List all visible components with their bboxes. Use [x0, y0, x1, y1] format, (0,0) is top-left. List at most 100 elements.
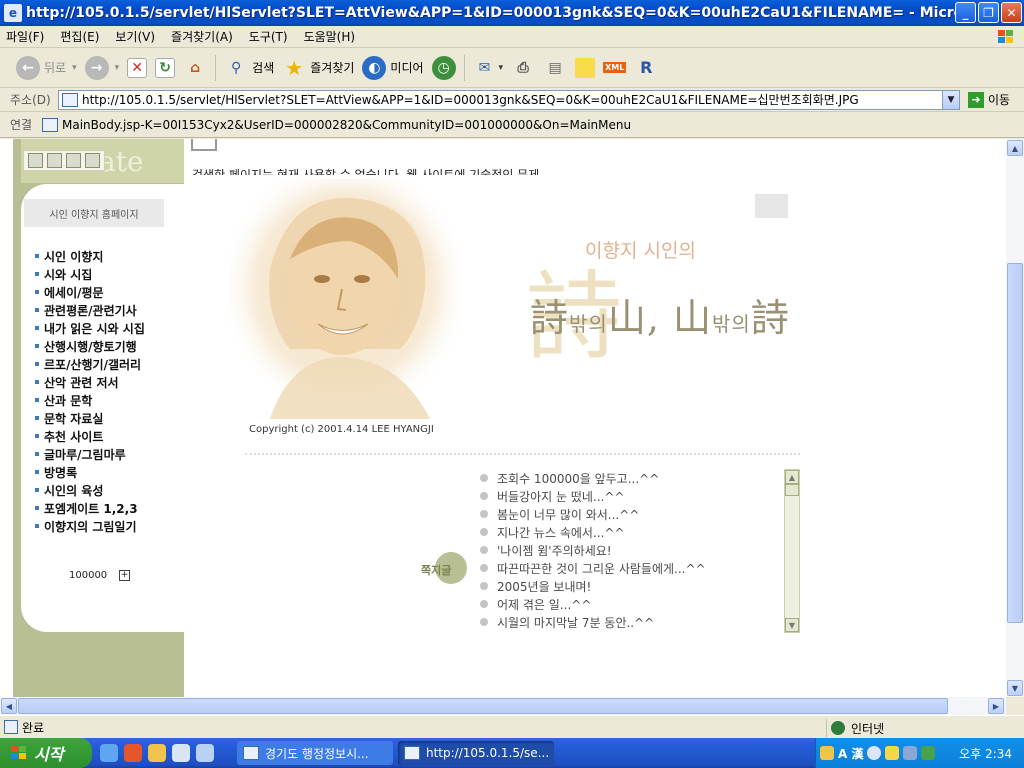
- nav-item-mountain-lit[interactable]: 산과 문학: [35, 391, 145, 409]
- maximize-button[interactable]: ❐: [978, 2, 999, 23]
- go-label: 이동: [988, 93, 1011, 107]
- list-item[interactable]: '나이젬 윔'주의하세요!: [480, 541, 706, 559]
- menu-tools[interactable]: 도구(T): [249, 28, 288, 45]
- refresh-button[interactable]: ↻: [155, 57, 176, 78]
- address-dropdown-icon[interactable]: ▼: [942, 90, 959, 109]
- list-item[interactable]: 봄눈이 너무 많이 와서...^^: [480, 505, 706, 523]
- nav-item-diary[interactable]: 이향지의 그림일기: [35, 517, 145, 535]
- network-icon[interactable]: [820, 746, 834, 760]
- history-button[interactable]: ◷: [431, 55, 456, 80]
- discuss-button[interactable]: [575, 57, 596, 78]
- notes-scrollbar[interactable]: ▲ ▼: [784, 469, 800, 633]
- app-quicklaunch-icon[interactable]: [148, 744, 166, 762]
- notes-label[interactable]: 쪽지글: [421, 562, 451, 578]
- list-item[interactable]: 2005년을 보내며!: [480, 577, 706, 595]
- mail-button[interactable]: ✉ ▾: [473, 56, 504, 80]
- list-item[interactable]: 버들강아지 눈 떴네...^^: [480, 487, 706, 505]
- stop-button[interactable]: ✕: [127, 57, 148, 78]
- menu-file[interactable]: 파일(F): [6, 28, 44, 45]
- title-bar[interactable]: e http://105.0.1.5/servlet/HlServlet?SLE…: [0, 0, 1024, 26]
- menu-view[interactable]: 보기(V): [115, 28, 155, 45]
- scroll-up-icon[interactable]: ▲: [1007, 140, 1023, 156]
- research-button[interactable]: R: [634, 56, 658, 80]
- nav-item-essays[interactable]: 에세이/평문: [35, 283, 145, 301]
- nav-item-sites[interactable]: 추천 사이트: [35, 427, 145, 445]
- nav-item-travel[interactable]: 산행시행/향토기행: [35, 337, 145, 355]
- bell-icon[interactable]: [885, 746, 900, 760]
- horizontal-scroll-thumb[interactable]: [18, 698, 948, 714]
- scroll-down-icon[interactable]: ▼: [1007, 680, 1023, 696]
- links-label: 연결: [10, 118, 33, 132]
- nav-item-poems[interactable]: 시와 시집: [35, 265, 145, 283]
- nav-item-voice[interactable]: 시인의 육성: [35, 481, 145, 499]
- menu-bar: 파일(F) 편집(E) 보기(V) 즐겨찾기(A) 도구(T) 도움말(H): [0, 26, 1024, 48]
- close-button[interactable]: ✕: [1001, 2, 1022, 23]
- scroll-down-icon[interactable]: ▼: [785, 618, 799, 632]
- monitor-icon[interactable]: [903, 746, 918, 760]
- search-button[interactable]: ⚲ 검색: [224, 56, 274, 80]
- save-icon[interactable]: [28, 153, 43, 168]
- list-item[interactable]: 시월의 마지막날 7분 동안..^^: [480, 613, 706, 631]
- folder-icon[interactable]: [85, 153, 100, 168]
- home-page-button[interactable]: 시인 이향지 홈페이지: [24, 199, 164, 227]
- media-button[interactable]: ◐ 미디어: [362, 55, 424, 80]
- list-item[interactable]: 따끈따끈한 것이 그리운 사람들에게...^^: [480, 559, 706, 577]
- nav-item-reviews[interactable]: 관련평론/관련기사: [35, 301, 145, 319]
- scroll-left-icon[interactable]: ◀: [1, 698, 17, 714]
- task-servlet[interactable]: http://105.0.1.5/se...: [398, 741, 554, 765]
- counter-plus-icon[interactable]: +: [119, 570, 131, 581]
- media-quicklaunch-icon[interactable]: [124, 744, 142, 762]
- nav-item-read-poems[interactable]: 내가 읽은 시와 시집: [35, 319, 145, 337]
- ie-quicklaunch-icon[interactable]: [100, 744, 118, 762]
- start-button[interactable]: 시작: [0, 738, 92, 768]
- back-button[interactable]: ← 뒤로 ▾: [16, 55, 77, 80]
- tray-expand-icon[interactable]: [867, 746, 882, 760]
- nav-item-gallery[interactable]: 르포/산행기/갤러리: [35, 355, 145, 373]
- windows-logo-icon: [998, 30, 1013, 43]
- nav-item-board[interactable]: 글마루/그림마루: [35, 445, 145, 463]
- heading-outside-2: 밖의: [712, 312, 751, 336]
- clock[interactable]: 오후 2:34: [959, 745, 1012, 762]
- favorites-button[interactable]: ★ 즐겨찾기: [282, 56, 354, 80]
- vertical-scroll-thumb[interactable]: [1007, 263, 1023, 623]
- menu-help[interactable]: 도움말(H): [304, 28, 356, 45]
- task-gyeonggi[interactable]: 경기도 행정정보시...: [237, 741, 393, 765]
- anchor-icon[interactable]: [921, 746, 936, 760]
- horizontal-scrollbar[interactable]: ◀ ▶: [0, 697, 1006, 715]
- player-quicklaunch-icon[interactable]: [172, 744, 190, 762]
- address-url[interactable]: http://105.0.1.5/servlet/HlServlet?SLET=…: [82, 91, 942, 108]
- nav-item-poet[interactable]: 시인 이향지: [35, 247, 145, 265]
- list-item[interactable]: 지나간 뉴스 속에서...^^: [480, 523, 706, 541]
- stop-icon: ✕: [127, 57, 148, 78]
- list-item[interactable]: 어제 겪은 일...^^: [480, 595, 706, 613]
- mail-icon[interactable]: [66, 153, 81, 168]
- outlook-quicklaunch-icon[interactable]: [196, 744, 214, 762]
- go-button[interactable]: ➜ 이동: [968, 91, 1010, 108]
- edit-button[interactable]: ▤: [543, 56, 567, 80]
- nav-item-books[interactable]: 산악 관련 저서: [35, 373, 145, 391]
- address-input[interactable]: http://105.0.1.5/servlet/HlServlet?SLET=…: [58, 89, 960, 110]
- forward-button[interactable]: → ▾: [84, 55, 120, 80]
- internet-globe-icon: [831, 721, 845, 735]
- minimize-button[interactable]: _: [955, 2, 976, 23]
- menu-edit[interactable]: 편집(E): [60, 28, 99, 45]
- print-button[interactable]: ⎙: [511, 56, 535, 80]
- list-item[interactable]: 조회수 100000을 앞두고...^^: [480, 469, 706, 487]
- notes-scroll-thumb[interactable]: [785, 484, 799, 496]
- link-item[interactable]: MainBody.jsp-K=00I153Cyx2&UserID=0000028…: [62, 118, 631, 132]
- mail-dropdown-icon[interactable]: ▾: [499, 63, 504, 73]
- back-dropdown-icon[interactable]: ▾: [72, 63, 77, 73]
- home-button[interactable]: ⌂: [183, 56, 207, 80]
- xml-button[interactable]: XML: [603, 62, 627, 73]
- scroll-up-icon[interactable]: ▲: [785, 470, 799, 484]
- forward-dropdown-icon[interactable]: ▾: [115, 63, 120, 73]
- tool-icon-strip: [23, 150, 105, 171]
- nav-item-guestbook[interactable]: 방명록: [35, 463, 145, 481]
- nav-item-archive[interactable]: 문학 자료실: [35, 409, 145, 427]
- menu-favorites[interactable]: 즐겨찾기(A): [171, 28, 233, 45]
- vertical-scrollbar[interactable]: ▲ ▼: [1006, 139, 1024, 697]
- print-icon[interactable]: [47, 153, 62, 168]
- scroll-right-icon[interactable]: ▶: [988, 698, 1004, 714]
- ime-indicator[interactable]: A 漢: [838, 745, 863, 762]
- nav-item-poemgate[interactable]: 포엠게이트 1,2,3: [35, 499, 145, 517]
